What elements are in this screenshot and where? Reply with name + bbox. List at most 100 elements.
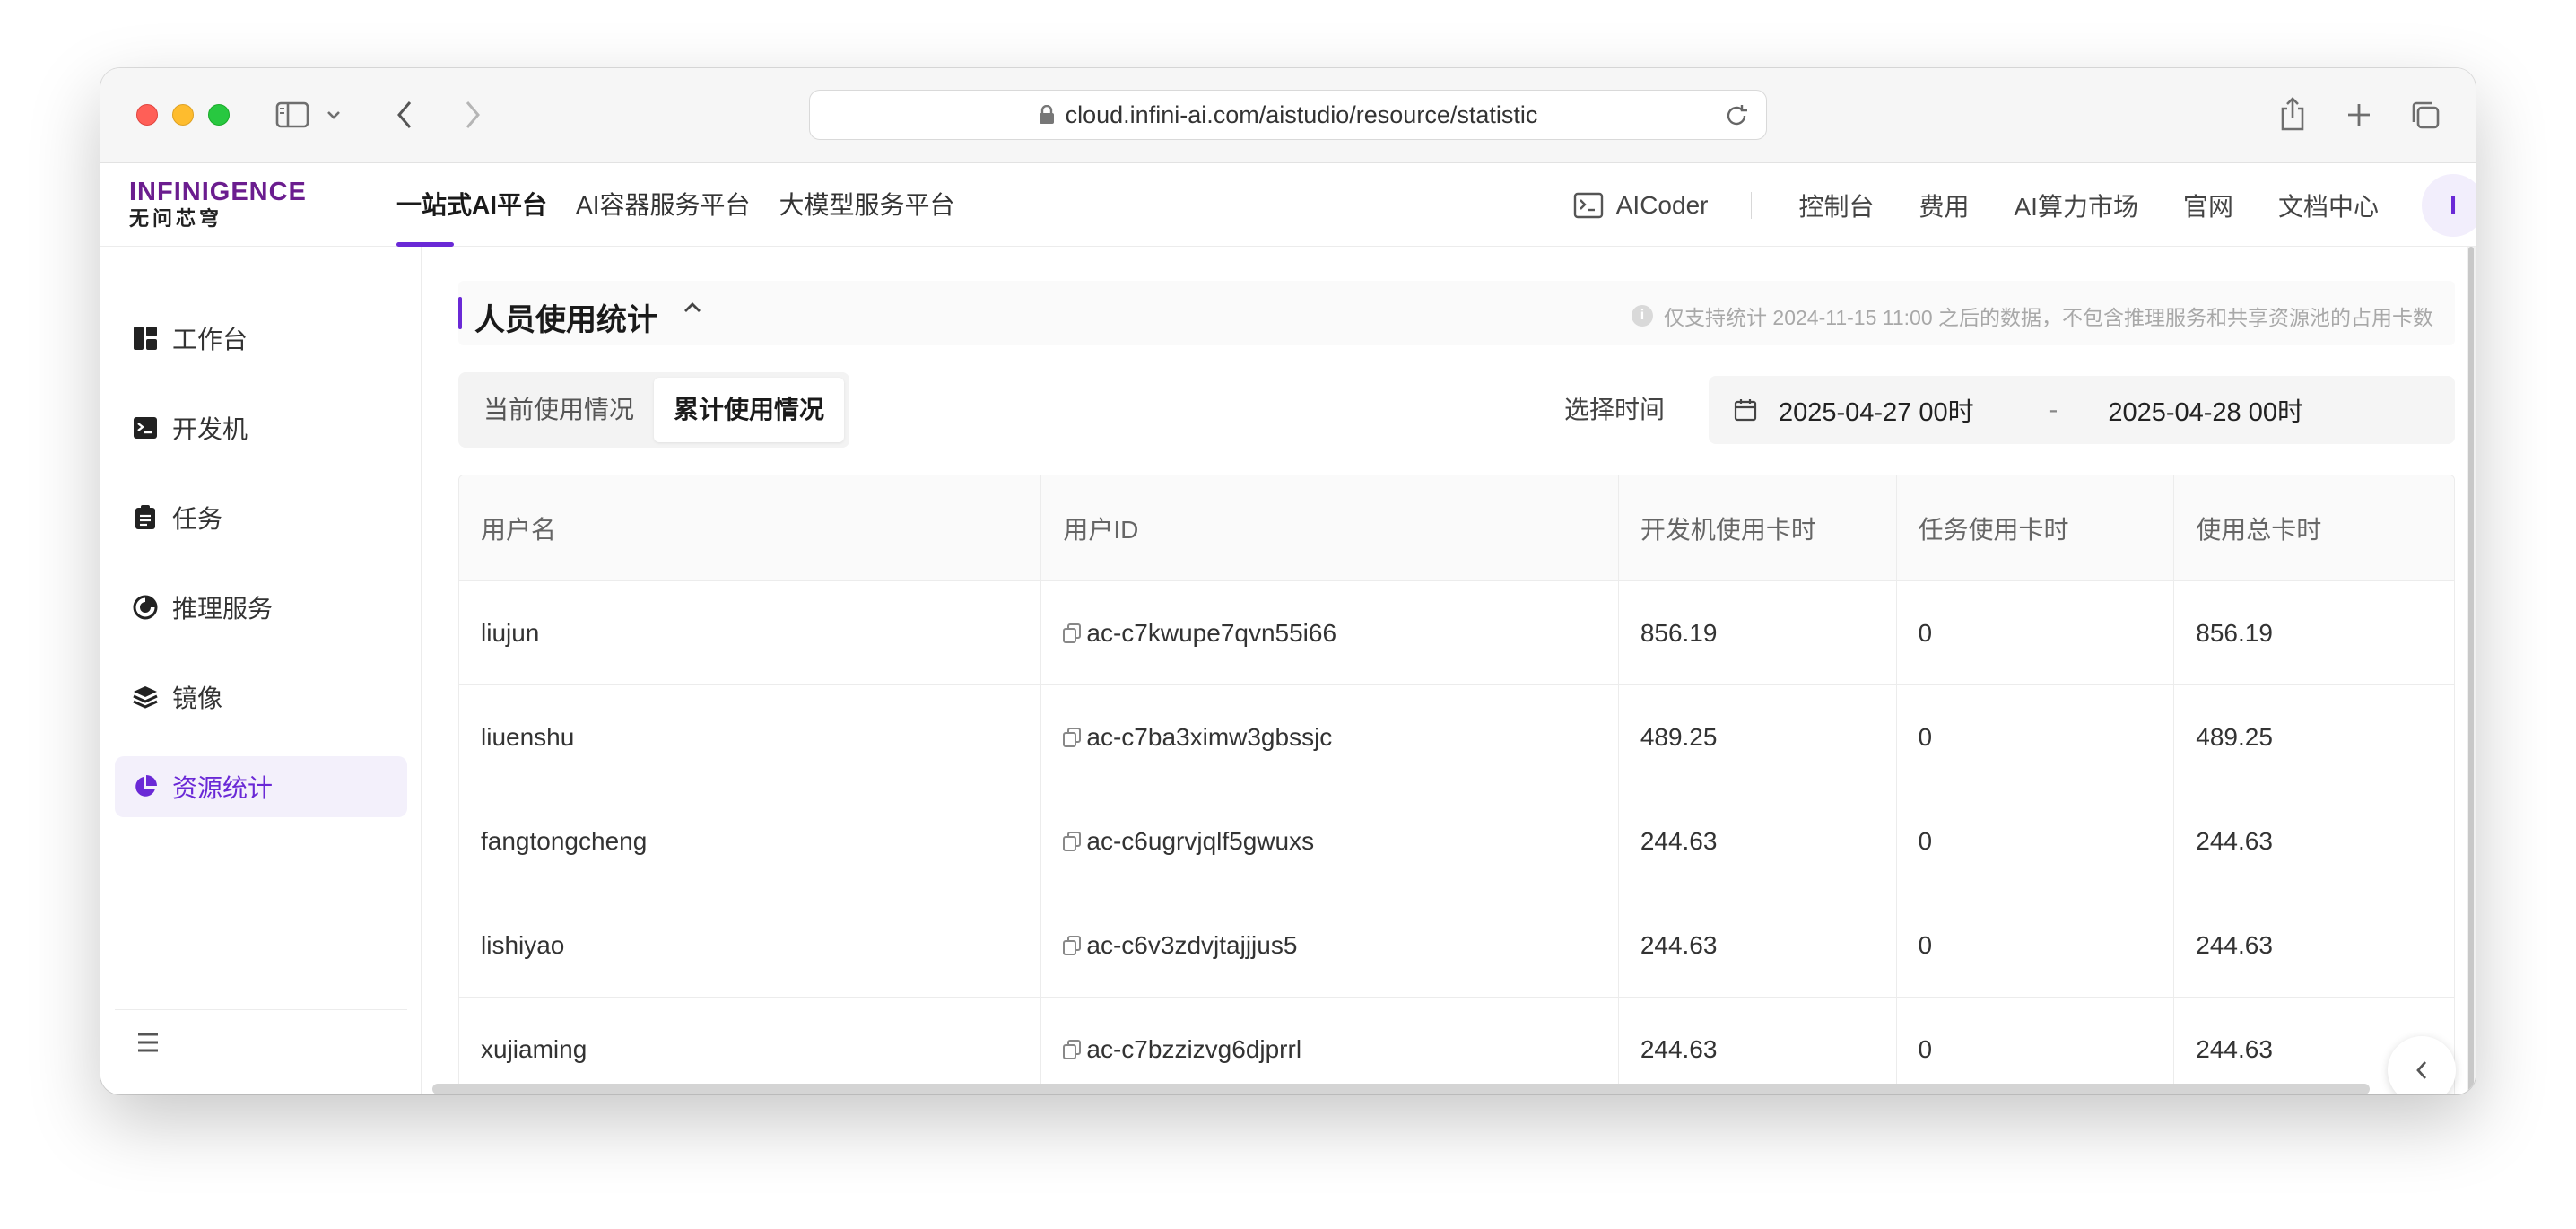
copy-icon[interactable]: [1063, 935, 1082, 955]
lock-icon: [1039, 105, 1055, 125]
tab-current-usage[interactable]: 当前使用情况: [464, 378, 654, 442]
sidebar-divider: [115, 1009, 407, 1010]
sidebar-item-tasks[interactable]: 任务: [115, 487, 407, 548]
cell-total-card-hours-text: 244.63: [2196, 826, 2273, 855]
share-icon[interactable]: [2275, 93, 2311, 135]
table-row[interactable]: liujun ac-c7kwupe7qvn55i66 856.19 0 856.19: [459, 581, 2454, 685]
back-arrow-icon[interactable]: [389, 97, 420, 133]
table-row[interactable]: liuenshu ac-c7ba3ximw3gbssjc 489.25 0 489.25: [459, 685, 2454, 789]
info-icon: i: [1632, 305, 1654, 327]
section-title: 人员使用统计: [474, 303, 657, 337]
cell-user-id-text[interactable]: ac-c7bzzizvg6djprrl: [1086, 1035, 1301, 1064]
chevron-down-icon[interactable]: [323, 104, 344, 126]
sidebar-toggle-icon[interactable]: [274, 99, 310, 131]
nav-llm-service-platform[interactable]: 大模型服务平台: [779, 164, 954, 247]
clipboard-icon: [133, 505, 158, 530]
pie-chart-icon: [133, 774, 158, 799]
start-date[interactable]: 2025-04-27 00时: [1779, 391, 1974, 429]
nav-billing[interactable]: 费用: [1919, 187, 1969, 223]
brand-logo[interactable]: INFINIGENCE 无问芯穹: [129, 177, 307, 231]
cell-task-card-hours-text: 0: [1918, 722, 1933, 751]
table-row[interactable]: xujiaming ac-c7bzzizvg6djprrl 244.63 0 244.6…: [459, 998, 2454, 1094]
date-range-picker[interactable]: 2025-04-27 00时 - 2025-04-28 00时: [1709, 376, 2455, 444]
sidebar-item-workbench[interactable]: 工作台: [115, 308, 407, 369]
column-header-user-id[interactable]: 用户ID: [1041, 475, 1619, 580]
browser-toolbar: cloud.infini-ai.com/aistudio/resource/st…: [100, 68, 2476, 163]
menu-collapse-icon[interactable]: [136, 1032, 160, 1058]
end-date[interactable]: 2025-04-28 00时: [2108, 391, 2303, 429]
nav-ai-container-platform[interactable]: AI容器服务平台: [576, 164, 750, 247]
cell-dev-card-hours: 489.25: [1619, 685, 1897, 789]
new-tab-plus-icon[interactable]: [2341, 97, 2377, 133]
aicoder-link[interactable]: AICoder: [1573, 191, 1708, 220]
cell-user-id: ac-c7kwupe7qvn55i66: [1041, 581, 1619, 684]
section-note-text: 仅支持统计 2024-11-15 11:00 之后的数据，不包含推理服务和共享资…: [1664, 306, 2433, 329]
copy-icon[interactable]: [1063, 1039, 1082, 1059]
cell-username-text: xujiaming: [481, 1034, 587, 1063]
cell-user-id-text[interactable]: ac-c7kwupe7qvn55i66: [1086, 619, 1336, 648]
column-header-username[interactable]: 用户名: [459, 475, 1042, 580]
cell-task-card-hours: 0: [1897, 998, 2175, 1094]
copy-icon[interactable]: [1063, 727, 1082, 747]
section-accent-bar: [458, 297, 462, 329]
cell-dev-card-hours: 244.63: [1619, 893, 1897, 997]
cell-username: liuenshu: [459, 685, 1042, 789]
user-avatar[interactable]: I: [2422, 174, 2476, 237]
maximize-window-button[interactable]: [208, 104, 230, 126]
nav-compute-market[interactable]: AI算力市场: [2015, 187, 2138, 223]
address-bar[interactable]: cloud.infini-ai.com/aistudio/resource/st…: [809, 90, 1767, 140]
dashboard-icon: [133, 326, 158, 351]
horizontal-scrollbar[interactable]: [432, 1084, 2370, 1094]
cell-user-id-text[interactable]: ac-c6v3zdvjtajjjus5: [1086, 931, 1297, 960]
sidebar-item-resource-stats[interactable]: 资源统计: [115, 756, 407, 817]
tab-overview-icon[interactable]: [2407, 97, 2443, 133]
cell-user-id: ac-c6v3zdvjtajjjus5: [1041, 893, 1619, 997]
usage-table: 用户名 用户ID 开发机使用卡时 任务使用卡时 使用总卡时 liujun ac-c…: [458, 475, 2455, 1094]
cell-username: fangtongcheng: [459, 789, 1042, 893]
calendar-icon: [1734, 398, 1757, 422]
cell-task-card-hours: 0: [1897, 789, 2175, 893]
sidebar-item-images[interactable]: 镜像: [115, 667, 407, 728]
cell-user-id-text[interactable]: ac-c6ugrvjqlf5gwuxs: [1086, 827, 1314, 856]
url-text: cloud.infini-ai.com/aistudio/resource/st…: [1065, 100, 1538, 128]
browser-window: cloud.infini-ai.com/aistudio/resource/st…: [100, 68, 2476, 1094]
column-header-task-card-hours[interactable]: 任务使用卡时: [1897, 475, 2175, 580]
cell-dev-card-hours: 856.19: [1619, 581, 1897, 684]
tab-cumulative-usage[interactable]: 累计使用情况: [654, 378, 845, 442]
vertical-scrollbar[interactable]: [2467, 247, 2476, 1094]
cell-dev-card-hours-text: 244.63: [1640, 1034, 1718, 1063]
copy-icon[interactable]: [1063, 623, 1082, 643]
forward-arrow-icon[interactable]: [457, 97, 488, 133]
reload-icon[interactable]: [1723, 102, 1750, 135]
table-row[interactable]: fangtongcheng ac-c6ugrvjqlf5gwuxs 244.63 0 2…: [459, 789, 2454, 893]
cell-dev-card-hours-text: 856.19: [1640, 618, 1718, 647]
cell-username-text: liuenshu: [481, 722, 575, 751]
sidebar-item-dev-machine[interactable]: 开发机: [115, 397, 407, 458]
sidebar-item-label: 开发机: [172, 415, 248, 443]
cell-user-id-text[interactable]: ac-c7ba3ximw3gbssjc: [1086, 723, 1332, 752]
scrollbar-thumb[interactable]: [2468, 247, 2474, 1094]
nav-official-site[interactable]: 官网: [2183, 187, 2233, 223]
copy-icon[interactable]: [1063, 831, 1082, 851]
cell-total-card-hours: 244.63: [2174, 789, 2454, 893]
cell-task-card-hours-text: 0: [1918, 1034, 1933, 1063]
nav-one-stop-ai-platform[interactable]: 一站式AI平台: [396, 164, 547, 247]
time-filter-label: 选择时间: [1564, 396, 1666, 423]
nav-docs-center[interactable]: 文档中心: [2278, 187, 2379, 223]
cell-username-text: lishiyao: [481, 930, 565, 959]
cell-dev-card-hours-text: 244.63: [1640, 930, 1718, 959]
chevron-up-icon[interactable]: [683, 301, 702, 319]
sidebar-item-inference[interactable]: 推理服务: [115, 577, 407, 638]
table-row[interactable]: lishiyao ac-c6v3zdvjtajjjus5 244.63 0 244.63: [459, 893, 2454, 998]
column-header-dev-card-hours[interactable]: 开发机使用卡时: [1619, 475, 1897, 580]
cell-user-id: ac-c6ugrvjqlf5gwuxs: [1041, 789, 1619, 893]
cell-username-text: liujun: [481, 618, 540, 647]
cell-total-card-hours-text: 244.63: [2196, 1034, 2273, 1063]
column-header-total-card-hours[interactable]: 使用总卡时: [2174, 475, 2454, 580]
logo-chinese-name: 无问芯穹: [129, 207, 223, 230]
main-content: 人员使用统计 i 仅支持统计 2024-11-15 11:00 之后的数据，不包…: [422, 247, 2476, 1094]
cell-total-card-hours-text: 244.63: [2196, 930, 2273, 959]
close-window-button[interactable]: [136, 104, 158, 126]
nav-console[interactable]: 控制台: [1798, 187, 1874, 223]
minimize-window-button[interactable]: [172, 104, 194, 126]
